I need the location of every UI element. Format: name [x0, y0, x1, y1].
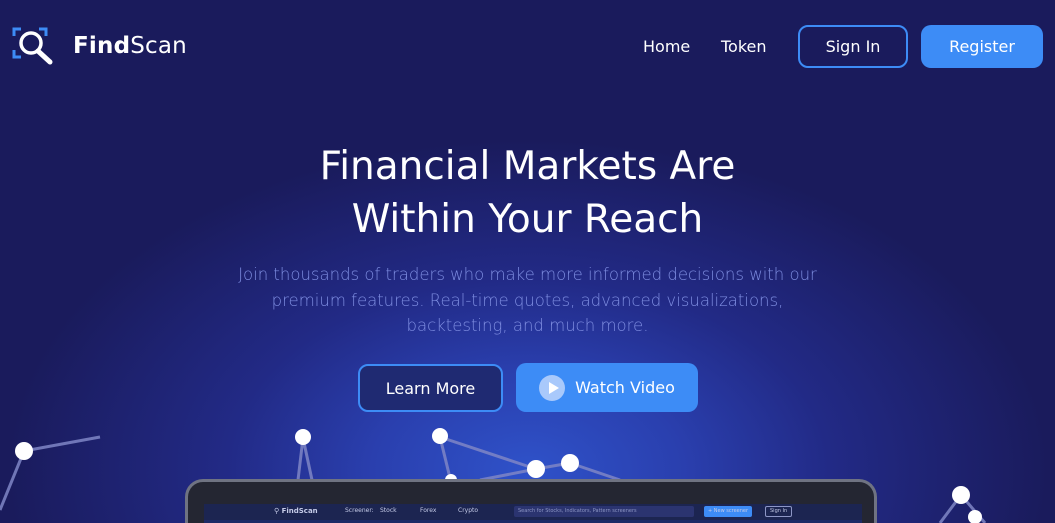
hero-title: Financial Markets Are Within Your Reach — [0, 140, 1055, 246]
brand-name-regular: Scan — [130, 33, 187, 59]
hero-subtitle-line-1: Join thousands of traders who make more … — [238, 265, 817, 284]
sign-in-button[interactable]: Sign In — [798, 25, 908, 68]
nav-token-link[interactable]: Token — [721, 37, 767, 56]
watch-video-label: Watch Video — [575, 378, 675, 397]
register-button[interactable]: Register — [921, 25, 1043, 68]
brand-logo[interactable]: FindScan — [12, 26, 187, 66]
preview-new-screener-button[interactable]: + New screener — [704, 506, 753, 517]
network-node — [15, 442, 33, 460]
watch-video-button[interactable]: Watch Video — [516, 363, 698, 412]
hero-title-line-1: Financial Markets Are — [319, 144, 736, 189]
play-icon — [539, 374, 566, 401]
laptop-screen: ⚲ FindScan Screener: Stock Forex Crypto … — [204, 504, 862, 523]
preview-tab-forex[interactable]: Forex — [420, 507, 436, 514]
preview-brand: ⚲ FindScan — [274, 507, 318, 515]
hero-subtitle-line-3: backtesting, and much more. — [406, 316, 649, 335]
magnifier-scan-icon — [12, 26, 60, 66]
hero-subtitle-line-2: premium features. Real-time quotes, adva… — [271, 290, 784, 310]
preview-tab-stock[interactable]: Stock — [380, 507, 397, 514]
preview-screener-label: Screener: — [345, 507, 374, 514]
preview-tab-crypto[interactable]: Crypto — [458, 507, 478, 514]
hero-title-line-2: Within Your Reach — [351, 197, 704, 242]
nav-home-link[interactable]: Home — [643, 37, 690, 56]
hero-subtitle: Join thousands of traders who make more … — [200, 262, 855, 339]
preview-search-input[interactable]: Search for Stocks, Indicators, Pattern s… — [514, 506, 694, 517]
brand-name: FindScan — [73, 33, 187, 59]
brand-name-bold: Find — [73, 33, 131, 59]
preview-sign-in-button[interactable]: Sign In — [765, 506, 793, 517]
preview-header: ⚲ FindScan Screener: Stock Forex Crypto … — [204, 504, 862, 520]
learn-more-button[interactable]: Learn More — [358, 364, 503, 412]
laptop-mockup: ⚲ FindScan Screener: Stock Forex Crypto … — [185, 479, 877, 523]
